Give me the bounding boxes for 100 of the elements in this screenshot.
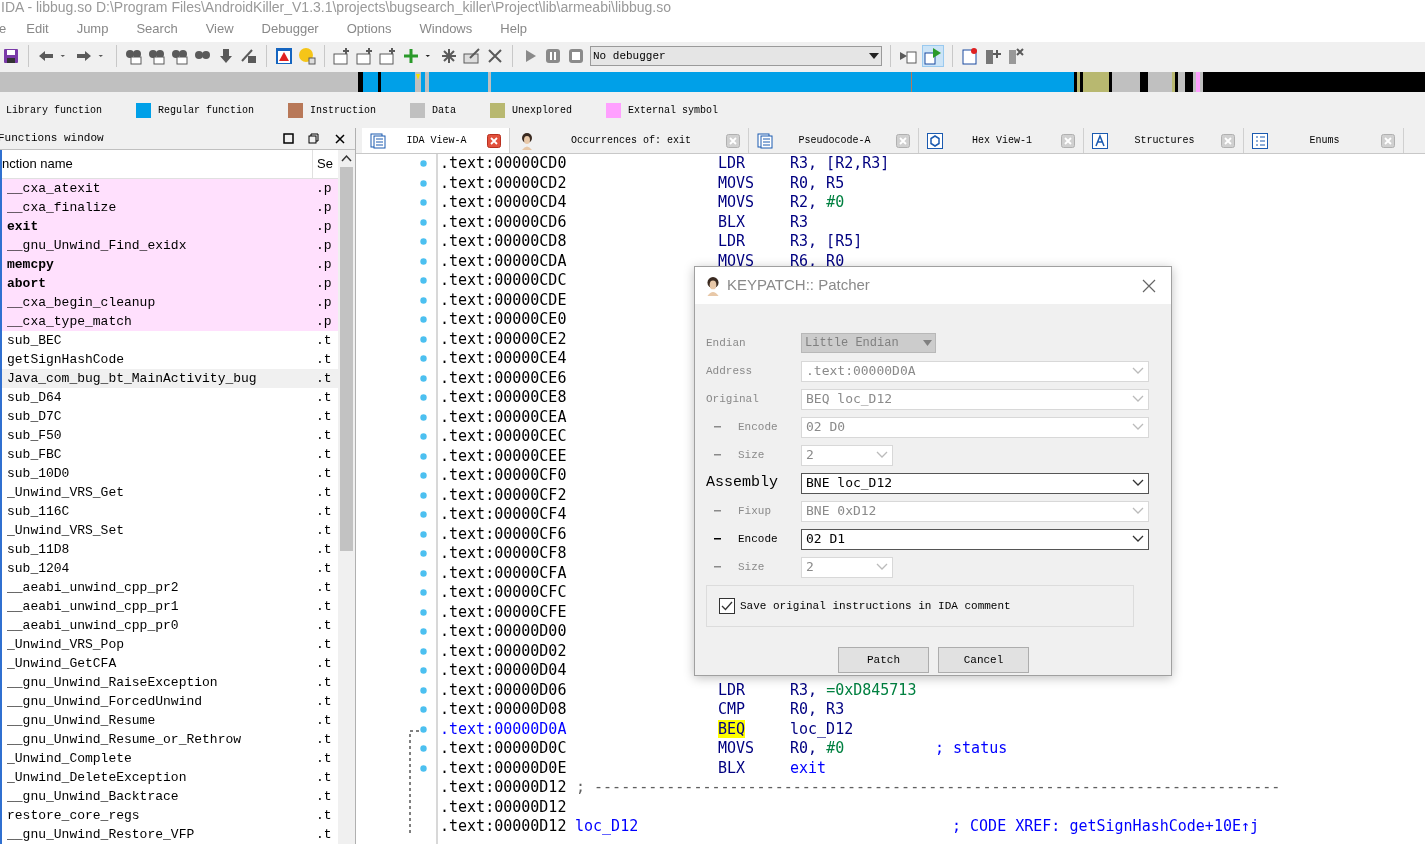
- binoculars-icon[interactable]: [171, 47, 189, 65]
- address[interactable]: .text:00000CF0: [440, 466, 574, 486]
- breakpoint-dot[interactable]: [420, 277, 427, 284]
- breakpoint-dot[interactable]: [420, 472, 427, 479]
- menu-item[interactable]: Windows: [419, 19, 473, 39]
- address[interactable]: .text:00000CEA: [440, 407, 574, 427]
- breakpoint-dot[interactable]: [420, 686, 427, 694]
- binoculars-icon[interactable]: [125, 47, 143, 65]
- address[interactable]: .text:00000CEE: [440, 446, 574, 466]
- run-button[interactable]: [922, 45, 944, 67]
- address[interactable]: .text:00000CF2: [440, 485, 574, 505]
- breakpoint-dot[interactable]: [420, 257, 427, 265]
- menu-item[interactable]: e: [0, 19, 7, 39]
- address[interactable]: .text:00000D0E: [440, 758, 574, 778]
- address[interactable]: .text:00000D06: [440, 680, 574, 700]
- breakpoint-dot[interactable]: [420, 160, 427, 167]
- close-icon[interactable]: [487, 133, 501, 148]
- address[interactable]: .text:00000D04: [440, 661, 574, 681]
- close-icon[interactable]: [335, 133, 345, 144]
- down-arrow-icon[interactable]: [217, 47, 235, 65]
- menu-item[interactable]: Edit: [26, 19, 49, 39]
- scroll-up-icon[interactable]: [341, 154, 352, 162]
- breakpoint-dot[interactable]: [420, 296, 427, 304]
- address[interactable]: .text:00000CE8: [440, 388, 574, 408]
- navigation-band[interactable]: [0, 72, 1425, 92]
- function-row[interactable]: abort .p: [2, 274, 338, 293]
- address[interactable]: .text:00000D08: [440, 700, 574, 720]
- checkbox[interactable]: [719, 598, 735, 614]
- menu-item[interactable]: Help: [500, 19, 527, 39]
- dialog-button[interactable]: Patch: [838, 647, 929, 673]
- dialog-button[interactable]: Cancel: [938, 647, 1029, 673]
- menu-item[interactable]: Search: [136, 19, 178, 39]
- breakpoint-dot[interactable]: [420, 608, 427, 616]
- breakpoint-dot[interactable]: [420, 179, 427, 187]
- address[interactable]: .text:00000CF4: [440, 505, 574, 525]
- address[interactable]: .text:00000CEC: [440, 427, 574, 447]
- breakpoint-dot[interactable]: [420, 335, 427, 343]
- breakpoint-dot[interactable]: [420, 725, 427, 733]
- plus-icon[interactable]: [402, 47, 420, 65]
- address[interactable]: .text:00000D12: [440, 797, 574, 817]
- address[interactable]: .text:00000CDE: [440, 290, 574, 310]
- breakpoint-dot[interactable]: [420, 667, 427, 674]
- address[interactable]: .text:00000CD6: [440, 212, 574, 232]
- address[interactable]: .text:00000CD2: [440, 173, 574, 193]
- address[interactable]: .text:00000D12: [440, 778, 574, 798]
- breakpoint-dot[interactable]: [420, 199, 427, 206]
- menu-item[interactable]: Debugger: [261, 19, 319, 39]
- function-row[interactable]: __cxa_type_match .p: [2, 312, 338, 331]
- pause-icon[interactable]: [544, 47, 562, 65]
- stop-icon[interactable]: [567, 47, 585, 65]
- function-row[interactable]: Java_com_bug_bt_MainActivity_bug .t: [2, 369, 338, 388]
- restore-icon[interactable]: [308, 133, 319, 144]
- breakpoint-dot[interactable]: [420, 394, 427, 401]
- function-row[interactable]: memcpy .p: [2, 255, 338, 274]
- address[interactable]: .text:00000CFA: [440, 563, 574, 583]
- breakpoint-dot[interactable]: [420, 530, 427, 538]
- breakpoint-dot[interactable]: [420, 433, 427, 440]
- address[interactable]: .text:00000CF8: [440, 544, 574, 564]
- breakpoint-dot[interactable]: [420, 745, 427, 752]
- address[interactable]: .text:00000CFC: [440, 583, 574, 603]
- breakpoint-dot[interactable]: [420, 491, 427, 499]
- breakpoint-dot[interactable]: [420, 550, 427, 557]
- menu-item[interactable]: Jump: [76, 19, 109, 39]
- address[interactable]: .text:00000CE0: [440, 310, 574, 330]
- address[interactable]: .text:00000D0A: [440, 719, 574, 739]
- function-row[interactable]: __cxa_begin_cleanup .p: [2, 293, 338, 312]
- menu-item[interactable]: Options: [346, 19, 392, 39]
- edit-icon[interactable]: [463, 47, 481, 65]
- address[interactable]: .text:00000D02: [440, 641, 574, 661]
- breakpoint-dot[interactable]: [420, 316, 427, 323]
- warning-icon[interactable]: [275, 47, 293, 65]
- function-row[interactable]: __gnu_Unwind_Find_exidx .p: [2, 236, 338, 255]
- breakpoint-dot[interactable]: [420, 218, 427, 226]
- menu-item[interactable]: View: [205, 19, 234, 39]
- address[interactable]: .text:00000D12: [440, 817, 574, 837]
- combo-field[interactable]: BNE loc_D12: [801, 472, 1149, 494]
- breakpoint-dot[interactable]: [420, 452, 427, 460]
- address[interactable]: .text:00000CF6: [440, 524, 574, 544]
- address[interactable]: .text:00000CE4: [440, 349, 574, 369]
- address[interactable]: .text:00000CE6: [440, 368, 574, 388]
- address[interactable]: .text:00000CD4: [440, 193, 574, 213]
- breakpoint-dot[interactable]: [420, 764, 427, 772]
- breakpoint-dot[interactable]: [420, 413, 427, 421]
- breakpoint-dot[interactable]: [420, 589, 427, 596]
- function-row[interactable]: __cxa_atexit .p: [2, 179, 338, 198]
- function-row[interactable]: __cxa_finalize .p: [2, 198, 338, 217]
- column-header[interactable]: nction name: [2, 150, 313, 178]
- asterisk-icon[interactable]: [440, 47, 458, 65]
- column-header[interactable]: Se: [313, 154, 333, 174]
- debugger-select[interactable]: No debugger: [590, 46, 882, 66]
- address[interactable]: .text:00000D0C: [440, 739, 574, 759]
- binoculars-icon[interactable]: [148, 47, 166, 65]
- view-tab[interactable]: IDA View-A: [362, 128, 510, 153]
- breakpoint-dot[interactable]: [420, 569, 427, 577]
- address[interactable]: .text:00000CD8: [440, 232, 574, 252]
- combo-field[interactable]: 02 D1: [801, 528, 1149, 550]
- breakpoint-dot[interactable]: [420, 374, 427, 382]
- bulb-icon[interactable]: [298, 47, 316, 65]
- address[interactable]: .text:00000CFE: [440, 602, 574, 622]
- save-icon[interactable]: [2, 47, 20, 65]
